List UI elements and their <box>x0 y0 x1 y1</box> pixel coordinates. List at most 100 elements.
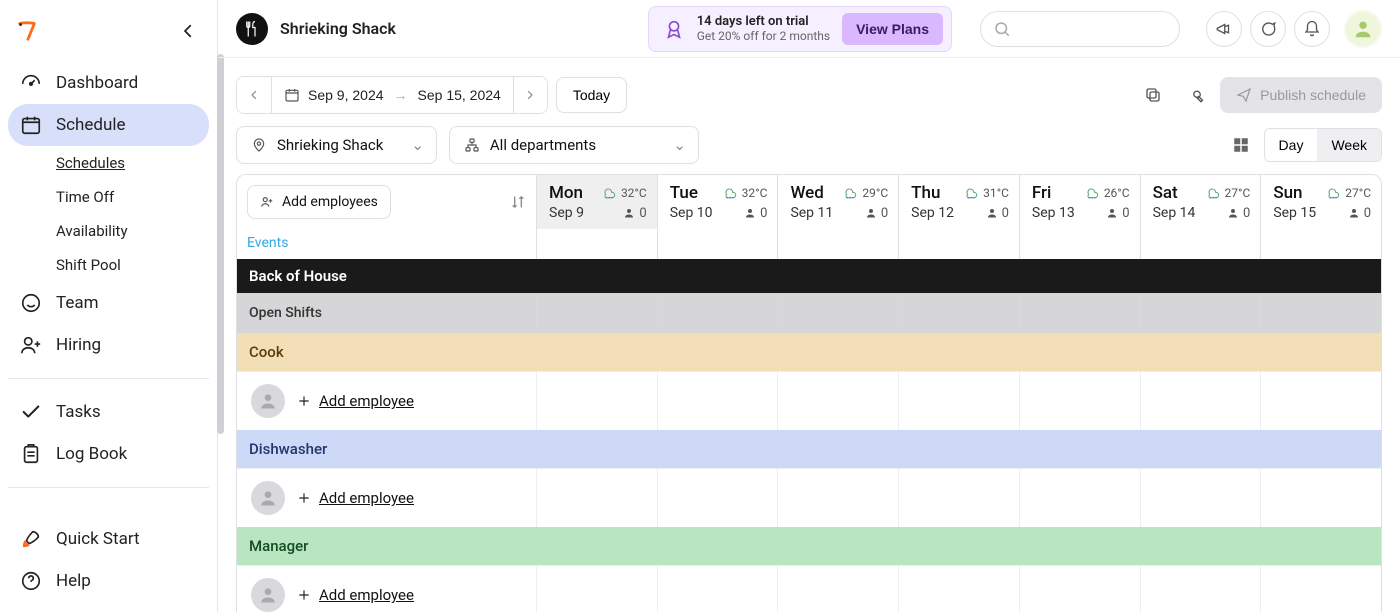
cell[interactable] <box>1020 372 1141 430</box>
publish-schedule-button[interactable]: Publish schedule <box>1220 77 1382 113</box>
org-switcher[interactable]: Shrieking Shack <box>236 13 396 45</box>
sidebar-collapse-button[interactable] <box>175 18 201 44</box>
view-day-button[interactable]: Day <box>1265 129 1318 161</box>
cell[interactable] <box>537 566 658 612</box>
location-filter[interactable]: Shrieking Shack ⌄ <box>236 126 437 164</box>
cell[interactable] <box>658 469 779 527</box>
cell[interactable] <box>1261 469 1381 527</box>
nav-schedules[interactable]: Schedules <box>56 146 209 180</box>
day-header-mon[interactable]: Mon 32°C Sep 9 0 <box>537 175 658 229</box>
add-employee-label: Add employee <box>319 392 414 410</box>
cell[interactable] <box>1141 566 1262 612</box>
cook-add-employee-button[interactable]: Add employee <box>297 392 414 410</box>
smile-icon <box>20 292 42 314</box>
user-avatar[interactable] <box>1344 10 1382 48</box>
copy-schedule-button[interactable] <box>1136 78 1170 112</box>
divider <box>8 378 209 379</box>
search-icon <box>993 20 1011 38</box>
role-cook-header[interactable]: Cook <box>237 333 1381 371</box>
plus-icon <box>297 588 311 602</box>
nav-hiring[interactable]: Hiring <box>8 324 209 366</box>
day-header-tue[interactable]: Tue 32°C Sep 10 0 <box>658 175 779 229</box>
cell[interactable] <box>1020 469 1141 527</box>
nav-dashboard[interactable]: Dashboard <box>8 62 209 104</box>
role-manager-header[interactable]: Manager <box>237 527 1381 565</box>
cell[interactable] <box>899 229 1020 259</box>
dow-label: Sun <box>1273 183 1302 203</box>
department-filter[interactable]: All departments ⌄ <box>449 126 699 164</box>
notifications-button[interactable] <box>1294 11 1330 47</box>
manager-add-employee-button[interactable]: Add employee <box>297 586 414 604</box>
nav-hiring-label: Hiring <box>56 335 101 355</box>
cell[interactable] <box>899 372 1020 430</box>
cell[interactable] <box>1141 469 1262 527</box>
nav-timeoff[interactable]: Time Off <box>56 180 209 214</box>
cell[interactable] <box>778 566 899 612</box>
day-header-thu[interactable]: Thu 31°C Sep 12 0 <box>899 175 1020 229</box>
day-header-wed[interactable]: Wed 29°C Sep 11 0 <box>778 175 899 229</box>
cell[interactable] <box>537 293 658 333</box>
rain-icon <box>1205 185 1221 201</box>
nav-shiftpool[interactable]: Shift Pool <box>56 248 209 282</box>
announcements-button[interactable] <box>1206 11 1242 47</box>
cell[interactable] <box>658 293 779 333</box>
nav-tasks[interactable]: Tasks <box>8 391 209 433</box>
cell[interactable] <box>537 229 658 259</box>
cell[interactable] <box>1141 293 1262 333</box>
range-prev-button[interactable] <box>237 77 271 113</box>
open-shifts-row: Open Shifts <box>237 293 1381 333</box>
nav-logbook[interactable]: Log Book <box>8 433 209 475</box>
ribbon-icon <box>663 18 685 40</box>
grid-icon <box>1232 136 1250 154</box>
cell[interactable] <box>1261 372 1381 430</box>
weather: 26°C <box>1084 185 1130 201</box>
cell[interactable] <box>1141 229 1262 259</box>
cell[interactable] <box>899 566 1020 612</box>
cell[interactable] <box>1261 229 1381 259</box>
day-header-sun[interactable]: Sun 27°C Sep 15 0 <box>1261 175 1381 229</box>
view-plans-button[interactable]: View Plans <box>842 13 943 45</box>
cell[interactable] <box>1020 566 1141 612</box>
cell[interactable] <box>1261 293 1381 333</box>
cell[interactable] <box>537 372 658 430</box>
nav-quickstart[interactable]: Quick Start <box>8 518 209 560</box>
layout-toggle-button[interactable] <box>1228 132 1254 158</box>
cell[interactable] <box>658 229 779 259</box>
temp: 32°C <box>621 186 647 200</box>
nav-availability[interactable]: Availability <box>56 214 209 248</box>
day-header-fri[interactable]: Fri 26°C Sep 13 0 <box>1020 175 1141 229</box>
tools-button[interactable] <box>1178 78 1212 112</box>
cell[interactable] <box>537 469 658 527</box>
cell[interactable] <box>899 469 1020 527</box>
add-employees-button[interactable]: Add employees <box>247 185 391 219</box>
section-back-of-house[interactable]: Back of House <box>237 259 1381 293</box>
cell[interactable] <box>1020 293 1141 333</box>
cell[interactable] <box>658 566 779 612</box>
nav-help[interactable]: Help <box>8 560 209 602</box>
cell[interactable] <box>899 293 1020 333</box>
events-link[interactable]: Events <box>237 229 537 259</box>
sort-button[interactable] <box>510 194 526 210</box>
day-header-sat[interactable]: Sat 27°C Sep 14 0 <box>1141 175 1262 229</box>
clipboard-icon <box>20 443 42 465</box>
cell[interactable] <box>1141 372 1262 430</box>
nav-schedule[interactable]: Schedule <box>8 104 209 146</box>
cell[interactable] <box>778 469 899 527</box>
dishwasher-add-employee-button[interactable]: Add employee <box>297 489 414 507</box>
cell[interactable] <box>778 372 899 430</box>
today-button[interactable]: Today <box>556 77 627 113</box>
nav-team[interactable]: Team <box>8 282 209 324</box>
cell[interactable] <box>1020 229 1141 259</box>
cell[interactable] <box>778 293 899 333</box>
range-next-button[interactable] <box>513 77 547 113</box>
cell[interactable] <box>778 229 899 259</box>
messages-button[interactable] <box>1250 11 1286 47</box>
view-week-button[interactable]: Week <box>1317 129 1381 161</box>
role-dishwasher-header[interactable]: Dishwasher <box>237 430 1381 468</box>
temp: 27°C <box>1225 186 1251 200</box>
range-picker-button[interactable]: Sep 9, 2024 → Sep 15, 2024 <box>271 77 513 113</box>
plus-icon <box>297 491 311 505</box>
cell[interactable] <box>1261 566 1381 612</box>
cell[interactable] <box>658 372 779 430</box>
search-input[interactable] <box>980 11 1180 47</box>
